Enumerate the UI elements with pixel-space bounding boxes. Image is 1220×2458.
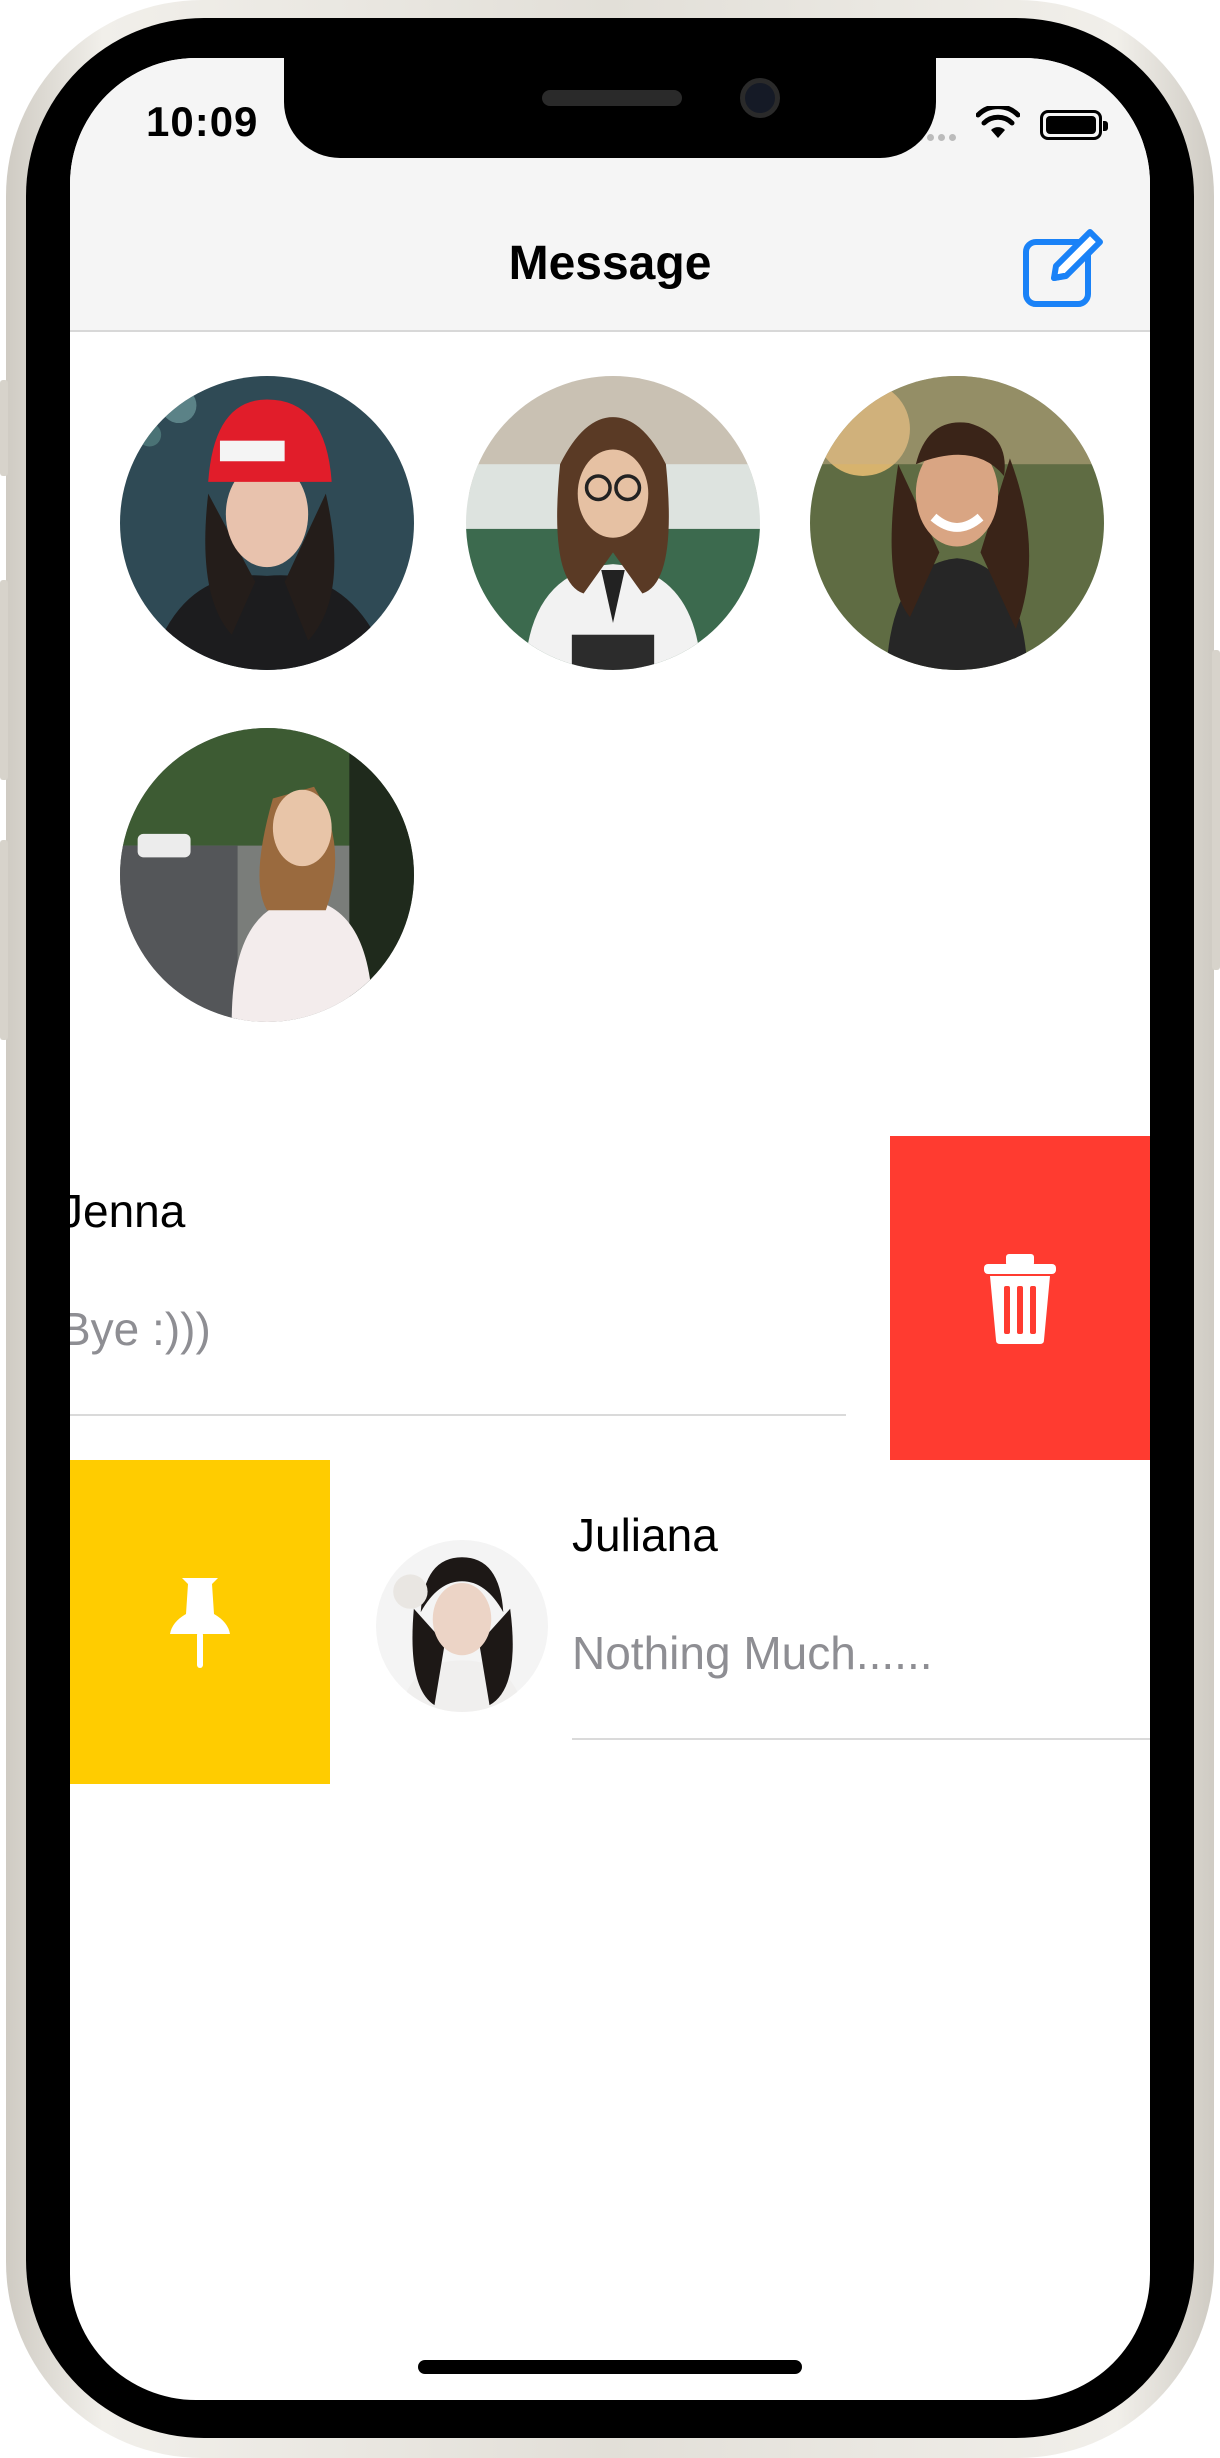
status-time: 10:09 (146, 98, 259, 145)
conversation-name[interactable]: Juliana (572, 1508, 718, 1562)
screen: 10:09 Message Jenna Bye:))) Juliana Not… (70, 58, 1150, 2400)
row-separator (572, 1738, 1150, 1740)
silent-switch (0, 380, 8, 476)
home-indicator[interactable] (418, 2360, 802, 2374)
avatar-2[interactable] (466, 376, 760, 670)
pin-button[interactable] (70, 1460, 330, 1784)
row-separator (70, 1414, 846, 1416)
conversation-name[interactable]: Jenna (70, 1184, 185, 1238)
avatar-4[interactable] (120, 728, 414, 1022)
wifi-icon (976, 106, 1020, 138)
compose-icon[interactable] (1020, 224, 1104, 308)
volume-down-button (0, 840, 8, 1040)
pin-icon (170, 1578, 230, 1668)
trash-icon (984, 1254, 1056, 1344)
speaker-grille (542, 90, 682, 106)
notch (284, 58, 936, 158)
conversation-avatar[interactable] (376, 1540, 548, 1712)
front-camera (740, 78, 780, 118)
conversation-last-message: Bye :))) (70, 1303, 211, 1355)
power-button (1212, 650, 1220, 970)
conversation-last-message: Nothing Much...... (572, 1627, 933, 1679)
volume-up-button (0, 580, 8, 780)
battery-full-icon (1040, 110, 1108, 140)
page-title: Message (508, 237, 712, 290)
delete-button[interactable] (890, 1136, 1150, 1460)
avatar-1[interactable] (120, 376, 414, 670)
avatar-3[interactable] (810, 376, 1104, 670)
